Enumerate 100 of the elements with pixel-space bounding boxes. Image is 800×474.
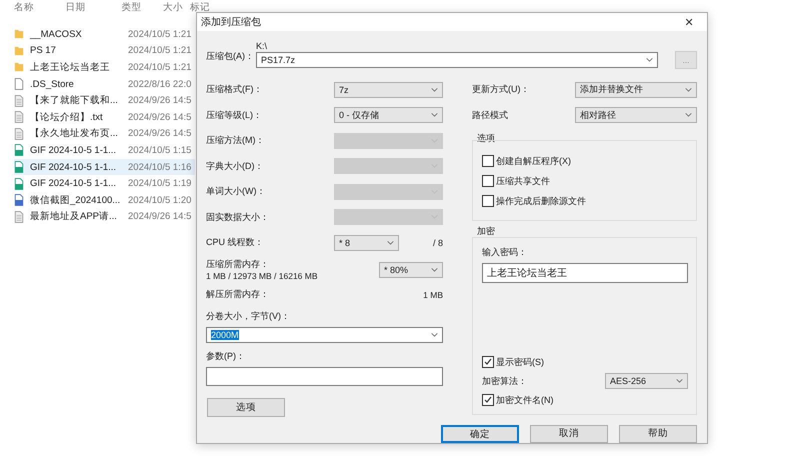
file-date: 2024/10/5 1:21 (128, 45, 192, 56)
dropdown[interactable]: 0 - 仅存储 (334, 107, 443, 124)
checkbox[interactable] (482, 195, 494, 207)
image-file-icon (14, 194, 24, 206)
text-file-icon (14, 111, 24, 124)
file-name: __MACOSX (30, 28, 83, 40)
column-header[interactable]: 名称 (14, 1, 66, 14)
file-name: 上老王论坛当老王 (30, 60, 111, 74)
file-row[interactable]: GIF 2024-10-5 1-1... 2024/10/5 1:16 (14, 158, 195, 176)
chevron-icon (431, 113, 438, 118)
file-name: 【论坛介绍】.txt (30, 110, 104, 124)
dropdown[interactable]: 相对路径 (575, 107, 697, 124)
checkbox[interactable] (482, 356, 494, 368)
file-name: 最新地址及APP请... (30, 210, 118, 224)
field-label: 压缩所需内存： (206, 258, 270, 271)
dialog-button[interactable]: 取消 (530, 424, 608, 442)
column-header[interactable]: 标记 (190, 1, 210, 14)
text-file-icon (14, 210, 24, 223)
file-name: GIF 2024-10-5 1-1... (30, 178, 118, 190)
file-date: 2024/10/5 1:20 (128, 194, 192, 206)
file-date: 2024/9/26 14:5 (128, 112, 192, 123)
file-row[interactable]: 【来了就能下载和... 2024/9/26 14:5 (14, 92, 195, 109)
checkbox-label: 加密文件名(N) (496, 394, 554, 406)
file-row[interactable]: PS 17 2024/10/5 1:21 (14, 42, 195, 60)
parameters-field[interactable] (206, 366, 443, 386)
file-date: 2024/9/26 14:5 (128, 128, 192, 140)
file-date: 2024/10/5 1:21 (128, 28, 192, 40)
column-header[interactable]: 日期 (65, 1, 122, 14)
file-name: .DS_Store (30, 78, 75, 90)
file-row[interactable]: GIF 2024-10-5 1-1... 2024/10/5 1:15 (14, 142, 195, 159)
file-row[interactable]: 【论坛介绍】.txt 2024/9/26 14:5 (14, 108, 195, 126)
checkbox[interactable] (482, 155, 494, 167)
options-button[interactable]: 选项 (207, 398, 285, 416)
file-date: 2024/10/5 1:16 (128, 162, 192, 173)
archive-name-field[interactable]: PS17.7z (256, 52, 658, 68)
chevron-icon (685, 113, 692, 118)
file-row[interactable]: 最新地址及APP请... 2024/9/26 14:5 (14, 208, 195, 226)
chevron-icon (646, 58, 653, 62)
field-label: CPU 线程数： (206, 236, 265, 250)
dropdown[interactable]: * 80% (379, 262, 443, 278)
memory-value: 1 MB (423, 290, 443, 300)
file-row[interactable]: GIF 2024-10-5 1-1... 2024/10/5 1:19 (14, 175, 195, 192)
field-label: 参数(P)： (206, 350, 246, 362)
file-name: PS 17 (30, 45, 57, 56)
file-date: 2022/8/16 22:0 (128, 78, 192, 90)
dialog-button[interactable]: 确定 (441, 424, 519, 442)
dropdown[interactable]: 添加并替换文件 (575, 82, 697, 98)
field-label: 加密算法： (482, 374, 527, 388)
dropdown[interactable]: 7z (334, 82, 443, 98)
folder-icon (14, 28, 24, 40)
image-file-icon (14, 144, 24, 156)
file-name: 微信截图_2024100... (30, 194, 122, 207)
file-name: 【来了就能下载和... (30, 94, 119, 108)
close-button[interactable]: ✕ (675, 13, 703, 31)
column-header[interactable]: 大小 (162, 1, 190, 14)
image-file-icon (14, 161, 24, 174)
file-row[interactable]: 【永久地址发布页... 2024/9/26 14:5 (14, 126, 195, 142)
file-date: 2024/10/5 1:19 (128, 178, 192, 190)
checkbox[interactable] (482, 175, 494, 187)
file-date: 2024/10/5 1:15 (128, 144, 192, 156)
thread-count: / 8 (432, 238, 443, 248)
file-row[interactable]: .DS_Store 2022/8/16 22:0 (14, 76, 195, 92)
field-label: 路径模式 (472, 108, 508, 122)
folder-icon (14, 44, 24, 57)
dropdown[interactable]: * 8 (334, 234, 399, 251)
file-name: GIF 2024-10-5 1-1... (30, 144, 118, 156)
window-title: 添加到压缩包 (201, 16, 261, 29)
column-header[interactable]: 类型 (121, 1, 163, 14)
folder-path: K:\ (256, 41, 268, 51)
text-file-icon (14, 128, 24, 140)
field-label: 输入密码： (482, 246, 528, 259)
folder-icon (14, 61, 24, 74)
file-name: GIF 2024-10-5 1-1... (30, 162, 118, 173)
chevron-icon (431, 332, 438, 336)
file-icon (14, 78, 24, 90)
field-label: 压缩包(A)： (206, 50, 255, 63)
chevron-icon (676, 379, 683, 383)
checkbox-label: 显示密码(S) (496, 356, 544, 368)
field-label: 更新方式(U)： (472, 83, 530, 96)
checkbox-label: 创建自解压程序(X) (496, 154, 571, 168)
dropdown[interactable]: AES-256 (605, 373, 688, 389)
field-label: 字典大小(D)： (206, 160, 264, 173)
checkbox-label: 压缩共享文件 (496, 174, 550, 188)
field-label: 压缩格式(F)： (206, 83, 262, 96)
text-file-icon (14, 94, 24, 107)
file-row[interactable]: 上老王论坛当老王 2024/10/5 1:21 (14, 59, 195, 76)
field-label: 分卷大小，字节(V)： (206, 310, 291, 322)
dialog-button[interactable]: 帮助 (619, 424, 697, 442)
file-date: 2024/9/26 14:5 (128, 95, 192, 106)
field-label: 解压所需内存： (206, 288, 269, 301)
file-row[interactable]: 微信截图_2024100... 2024/10/5 1:20 (14, 192, 195, 209)
image-file-icon (14, 178, 24, 190)
checkbox[interactable] (482, 394, 494, 406)
password-field[interactable]: 上老王论坛当老王 (482, 263, 688, 283)
file-date: 2024/10/5 1:21 (128, 62, 192, 73)
checkbox-label: 操作完成后删除源文件 (496, 194, 586, 208)
field-label: 单词大小(W)： (206, 185, 266, 198)
volume-size-field[interactable]: 2000M (206, 326, 443, 342)
group-title: 加密 (477, 225, 496, 238)
file-row[interactable]: __MACOSX 2024/10/5 1:21 (14, 26, 195, 43)
